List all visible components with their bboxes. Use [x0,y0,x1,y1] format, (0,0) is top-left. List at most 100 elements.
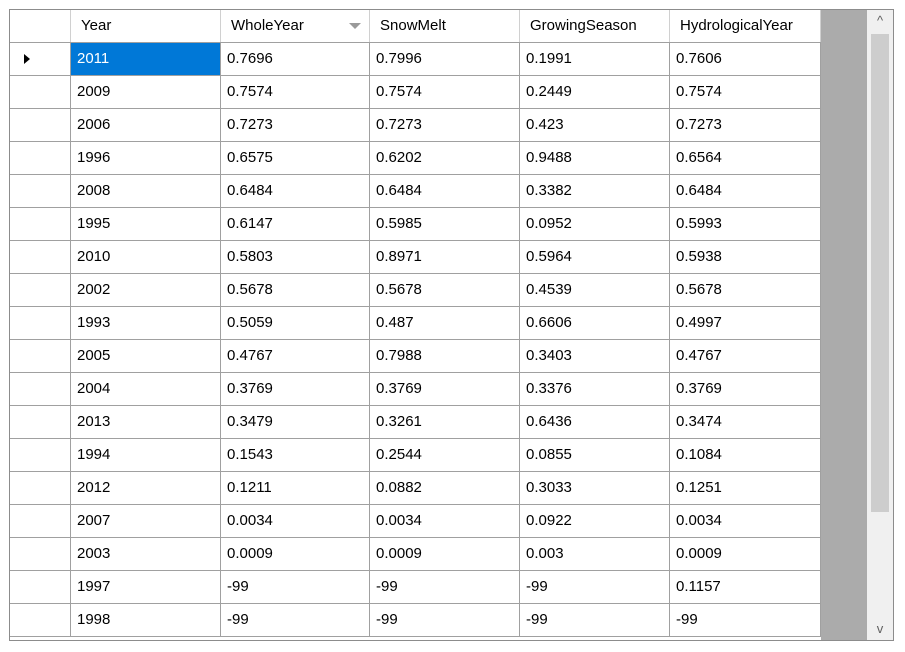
table-cell[interactable]: 0.3376 [520,373,670,406]
table-cell[interactable]: 1998 [71,604,221,637]
row-header[interactable] [10,373,71,406]
table-cell[interactable]: 0.3261 [370,406,520,439]
table-row[interactable]: 2010 0.5803 0.8971 0.5964 0.5938 [10,241,821,274]
table-cell[interactable]: 0.0034 [670,505,821,538]
table-cell[interactable]: 1995 [71,208,221,241]
row-header[interactable] [10,274,71,307]
scroll-down-icon[interactable]: v [867,618,893,640]
table-cell[interactable]: 1993 [71,307,221,340]
column-header-growingseason[interactable]: GrowingSeason [520,10,670,42]
table-cell[interactable]: 2010 [71,241,221,274]
row-header[interactable] [10,406,71,439]
row-header[interactable] [10,43,71,76]
table-cell[interactable]: -99 [520,571,670,604]
table-row[interactable]: 1997 -99 -99 -99 0.1157 [10,571,821,604]
table-cell[interactable]: 0.423 [520,109,670,142]
table-cell[interactable]: 0.487 [370,307,520,340]
vertical-scrollbar[interactable]: ^ v [867,10,893,640]
row-header[interactable] [10,109,71,142]
table-cell[interactable]: 0.1543 [221,439,370,472]
table-cell[interactable]: 0.3474 [670,406,821,439]
table-row[interactable]: 2011 0.7696 0.7996 0.1991 0.7606 [10,43,821,76]
table-cell[interactable]: 0.2544 [370,439,520,472]
table-cell[interactable]: 0.3769 [670,373,821,406]
row-header[interactable] [10,571,71,604]
table-row[interactable]: 2009 0.7574 0.7574 0.2449 0.7574 [10,76,821,109]
table-cell[interactable]: 0.5938 [670,241,821,274]
table-cell[interactable]: 0.0034 [370,505,520,538]
column-header-year[interactable]: Year [71,10,221,42]
table-cell[interactable]: 0.7996 [370,43,520,76]
table-cell[interactable]: 2012 [71,472,221,505]
table-cell[interactable]: 0.0952 [520,208,670,241]
table-cell[interactable]: -99 [670,604,821,637]
table-cell[interactable]: 0.4997 [670,307,821,340]
table-cell[interactable]: -99 [520,604,670,637]
table-cell[interactable]: 0.5803 [221,241,370,274]
table-cell[interactable]: 0.0009 [670,538,821,571]
data-grid[interactable]: Year WholeYear SnowMelt GrowingSeason Hy… [9,9,894,641]
table-cell[interactable]: 0.6606 [520,307,670,340]
table-row[interactable]: 2002 0.5678 0.5678 0.4539 0.5678 [10,274,821,307]
table-cell[interactable]: 0.7273 [670,109,821,142]
table-cell[interactable]: 0.3769 [370,373,520,406]
table-cell[interactable]: 2004 [71,373,221,406]
table-cell[interactable]: 0.0855 [520,439,670,472]
table-cell[interactable]: 2013 [71,406,221,439]
table-cell[interactable]: 0.1157 [670,571,821,604]
table-cell[interactable]: 2005 [71,340,221,373]
row-header[interactable] [10,241,71,274]
table-cell[interactable]: -99 [370,571,520,604]
table-cell[interactable]: -99 [221,571,370,604]
table-cell[interactable]: 0.0009 [221,538,370,571]
table-cell[interactable]: 0.6575 [221,142,370,175]
row-header[interactable] [10,604,71,637]
table-cell[interactable]: 0.3033 [520,472,670,505]
table-row[interactable]: 2012 0.1211 0.0882 0.3033 0.1251 [10,472,821,505]
row-header[interactable] [10,307,71,340]
table-row[interactable]: 2004 0.3769 0.3769 0.3376 0.3769 [10,373,821,406]
scroll-thumb[interactable] [871,34,889,512]
table-cell[interactable]: 0.6564 [670,142,821,175]
table-cell[interactable]: 2008 [71,175,221,208]
table-cell[interactable]: 0.6436 [520,406,670,439]
table-cell[interactable]: 0.1084 [670,439,821,472]
table-cell[interactable]: 0.3479 [221,406,370,439]
row-header[interactable] [10,76,71,109]
row-header[interactable] [10,142,71,175]
table-cell[interactable]: 0.0882 [370,472,520,505]
table-cell[interactable]: 2003 [71,538,221,571]
table-cell[interactable]: 0.4767 [670,340,821,373]
column-header-snowmelt[interactable]: SnowMelt [370,10,520,42]
table-cell[interactable]: 0.3769 [221,373,370,406]
row-header[interactable] [10,439,71,472]
row-header[interactable] [10,472,71,505]
table-cell[interactable]: 0.3382 [520,175,670,208]
table-cell[interactable]: 0.7273 [370,109,520,142]
table-row[interactable]: 1998 -99 -99 -99 -99 [10,604,821,637]
table-cell[interactable]: 1997 [71,571,221,604]
scroll-up-icon[interactable]: ^ [867,10,893,32]
table-cell[interactable]: 0.4767 [221,340,370,373]
table-row[interactable]: 1993 0.5059 0.487 0.6606 0.4997 [10,307,821,340]
table-cell[interactable]: 2009 [71,76,221,109]
table-cell[interactable]: 0.6147 [221,208,370,241]
table-cell[interactable]: 0.7574 [370,76,520,109]
table-cell[interactable]: 0.7273 [221,109,370,142]
table-cell[interactable]: 0.6484 [370,175,520,208]
table-cell[interactable]: 0.0922 [520,505,670,538]
table-row[interactable]: 2008 0.6484 0.6484 0.3382 0.6484 [10,175,821,208]
table-cell[interactable]: 0.1251 [670,472,821,505]
table-cell[interactable]: 0.6484 [670,175,821,208]
table-cell[interactable]: 0.5678 [670,274,821,307]
table-row[interactable]: 1994 0.1543 0.2544 0.0855 0.1084 [10,439,821,472]
table-cell[interactable]: -99 [370,604,520,637]
table-cell[interactable]: 0.0009 [370,538,520,571]
row-header[interactable] [10,340,71,373]
table-cell[interactable]: 0.8971 [370,241,520,274]
table-cell[interactable]: -99 [221,604,370,637]
row-header[interactable] [10,505,71,538]
table-cell[interactable]: 0.6202 [370,142,520,175]
table-row[interactable]: 2013 0.3479 0.3261 0.6436 0.3474 [10,406,821,439]
table-cell[interactable]: 0.7574 [221,76,370,109]
